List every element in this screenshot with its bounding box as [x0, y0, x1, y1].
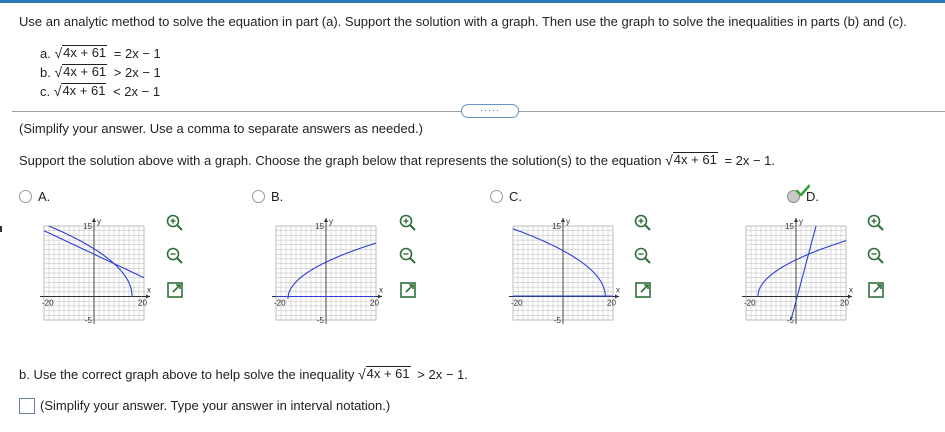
support-question-sqrt: √ 4x + 61: [665, 152, 718, 167]
zoom-in-icon[interactable]: [633, 213, 653, 233]
y-axis-label: y: [799, 217, 803, 226]
support-question-radicand: 4x + 61: [672, 152, 718, 167]
part-b-question-radicand: 4x + 61: [365, 366, 411, 381]
zoom-in-icon[interactable]: [398, 213, 418, 233]
part-b-question-suffix: > 2x − 1.: [417, 367, 468, 382]
part-c-label: c.: [40, 84, 51, 99]
y-axis-arrow-icon: [561, 218, 565, 222]
option-d-label: D.: [806, 189, 819, 204]
y-tick-min: -5: [554, 316, 562, 325]
option-a-label: A.: [38, 189, 51, 204]
x-tick-min: -20: [42, 299, 54, 308]
simplify-note-a: (Simplify your answer. Use a comma to se…: [19, 121, 423, 136]
x-tick-max: 20: [138, 299, 147, 308]
part-a-line: a. √ 4x + 61 = 2x − 1: [40, 45, 161, 61]
y-tick-max: 15: [315, 222, 324, 231]
radical-sign-icon: √: [665, 152, 673, 168]
zoom-out-icon[interactable]: [866, 246, 886, 266]
part-c-sqrt: √ 4x + 61: [54, 83, 107, 98]
part-a-relation: = 2x − 1: [113, 46, 161, 61]
x-axis-label: x: [147, 286, 151, 295]
zoom-in-icon[interactable]: [165, 213, 185, 233]
y-tick-max: 15: [83, 222, 92, 231]
zoom-out-icon[interactable]: [165, 246, 185, 266]
zoom-out-icon[interactable]: [398, 246, 418, 266]
x-tick-max: 20: [370, 299, 379, 308]
radical-sign-icon: √: [357, 366, 366, 382]
part-b-label: b.: [40, 65, 51, 80]
support-question-text: Support the solution above with a graph.…: [19, 153, 662, 168]
part-c-radicand: 4x + 61: [61, 83, 107, 98]
y-tick-min: -5: [85, 316, 93, 325]
zoom-out-icon[interactable]: [633, 246, 653, 266]
part-b-question-sqrt: √ 4x + 61: [358, 366, 411, 381]
y-tick-min: -5: [787, 316, 795, 325]
expand-graph-icon[interactable]: [866, 280, 886, 300]
expand-graph-icon[interactable]: [398, 280, 418, 300]
left-edge-marker: [0, 226, 2, 232]
option-b-radio[interactable]: [252, 190, 265, 203]
expand-more-button[interactable]: ·····: [461, 104, 519, 118]
part-a-label: a.: [40, 46, 51, 61]
instructions-text: Use an analytic method to solve the equa…: [19, 14, 907, 29]
expand-graph-icon[interactable]: [165, 280, 185, 300]
part-a-radicand: 4x + 61: [62, 45, 108, 60]
part-b-question: b. Use the correct graph above to help s…: [19, 366, 468, 382]
answer-input[interactable]: [19, 398, 35, 414]
expand-graph-icon[interactable]: [633, 280, 653, 300]
support-question-suffix: = 2x − 1.: [724, 153, 776, 168]
y-axis-label: y: [566, 217, 570, 226]
radical-sign-icon: √: [54, 45, 63, 61]
y-axis-arrow-icon: [324, 218, 328, 222]
x-axis-label: x: [616, 286, 620, 295]
y-tick-min: -5: [317, 316, 325, 325]
option-a-radio[interactable]: [19, 190, 32, 203]
y-axis-label: y: [97, 217, 101, 226]
x-axis-label: x: [849, 286, 853, 295]
part-b-question-text: b. Use the correct graph above to help s…: [19, 367, 355, 382]
y-tick-max: 15: [552, 222, 561, 231]
part-b-line: b. √ 4x + 61 > 2x − 1: [40, 64, 161, 80]
y-axis-arrow-icon: [92, 218, 96, 222]
x-tick-min: -20: [511, 299, 523, 308]
x-tick-min: -20: [744, 299, 756, 308]
part-c-relation: < 2x − 1: [113, 84, 161, 99]
part-b-relation: > 2x − 1: [113, 65, 161, 80]
y-axis-label: y: [329, 217, 333, 226]
part-b-radicand: 4x + 61: [62, 64, 108, 79]
radical-sign-icon: √: [54, 64, 63, 80]
x-tick-max: 20: [607, 299, 616, 308]
y-tick-max: 15: [785, 222, 794, 231]
simplify-note-b: (Simplify your answer. Type your answer …: [40, 398, 391, 413]
x-tick-max: 20: [840, 299, 849, 308]
support-question: Support the solution above with a graph.…: [19, 152, 775, 168]
option-b-label: B.: [271, 189, 284, 204]
y-axis-arrow-icon: [794, 218, 798, 222]
top-accent-bar: [0, 0, 945, 3]
part-b-sqrt: √ 4x + 61: [54, 64, 108, 80]
radical-sign-icon: √: [53, 83, 62, 99]
x-axis-label: x: [379, 286, 383, 295]
zoom-in-icon[interactable]: [866, 213, 886, 233]
part-a-sqrt: √ 4x + 61: [54, 45, 108, 61]
part-c-line: c. √ 4x + 61 < 2x − 1: [40, 83, 160, 99]
x-tick-min: -20: [274, 299, 286, 308]
option-c-radio[interactable]: [490, 190, 503, 203]
option-c-label: C.: [509, 189, 522, 204]
